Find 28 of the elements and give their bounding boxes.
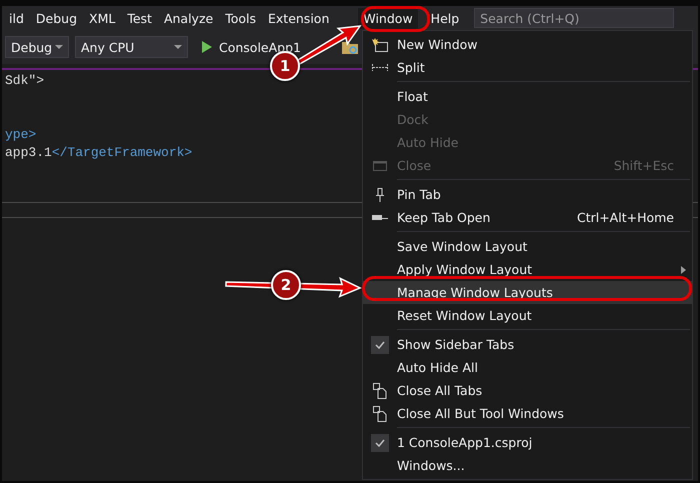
menu-item[interactable]: XML xyxy=(84,8,120,28)
menu-item[interactable]: 1 ConsoleApp1.csproj xyxy=(363,431,692,454)
menu-item[interactable]: Close All Tabs xyxy=(363,379,692,402)
menu-item[interactable]: Extension xyxy=(263,8,334,28)
dropdown[interactable]: Debug xyxy=(5,36,69,58)
menu-item[interactable]: Analyze xyxy=(158,8,218,28)
menu-item[interactable]: Keep Tab Open Ctrl+Alt+Home xyxy=(363,206,692,229)
menu-item[interactable]: Apply Window Layout xyxy=(363,258,692,281)
menu-item[interactable]: Auto Hide All xyxy=(363,356,692,379)
search-field[interactable]: Search (Ctrl+Q) xyxy=(474,8,674,28)
menu-item[interactable]: New Window xyxy=(363,33,692,56)
menu-item[interactable]: ild xyxy=(4,8,29,28)
dropdown[interactable]: Any CPU xyxy=(75,36,188,58)
code-line: Sdk"> xyxy=(5,73,44,88)
menu-item[interactable]: Close All But Tool Windows xyxy=(363,402,692,425)
menu-item[interactable]: Help xyxy=(426,8,464,28)
menu-item[interactable]: Split xyxy=(363,56,692,79)
menu-item[interactable]: Save Window Layout xyxy=(363,235,692,258)
menu-item[interactable]: Tools xyxy=(220,8,261,28)
code-line: ype> xyxy=(5,127,36,142)
menu-item[interactable]: Windows... xyxy=(363,454,692,477)
menu-item[interactable]: Test xyxy=(122,8,157,28)
menu-item[interactable]: Pin Tab xyxy=(363,183,692,206)
code-line: app3.1</TargetFramework> xyxy=(5,145,192,160)
menu-item[interactable]: Show Sidebar Tabs xyxy=(363,333,692,356)
menu-item[interactable]: Reset Window Layout xyxy=(363,304,692,327)
menu-item[interactable]: Float xyxy=(363,85,692,108)
menu-item[interactable]: Debug xyxy=(30,8,82,28)
